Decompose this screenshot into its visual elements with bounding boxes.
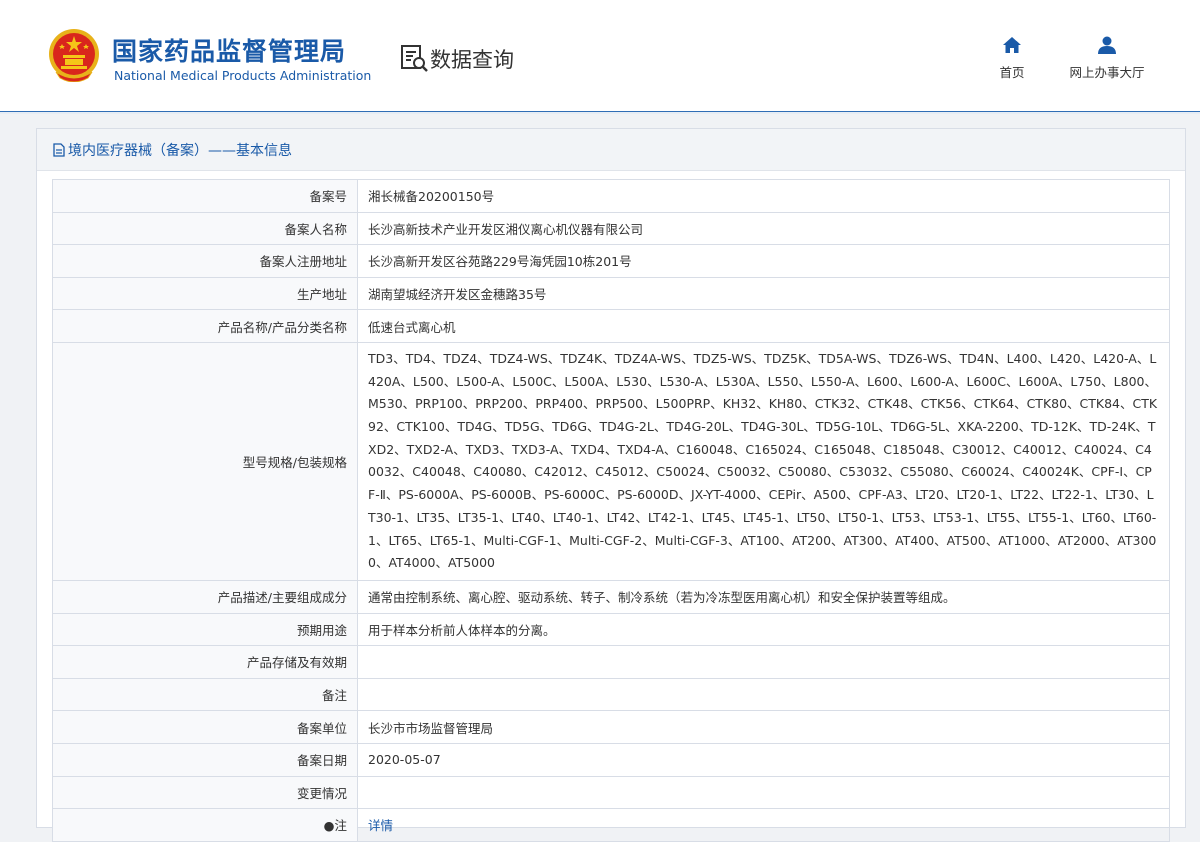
user-icon [1098, 36, 1116, 54]
field-value [357, 677, 1170, 712]
field-value: 用于样本分析前人体样本的分离。 [357, 612, 1170, 647]
field-label: 产品描述/主要组成成分 [52, 580, 358, 614]
field-value: 长沙市市场监督管理局 [357, 710, 1170, 744]
field-label: 备案人名称 [52, 211, 358, 246]
table-row: 生产地址 湖南望城经济开发区金穗路35号 [52, 276, 1170, 311]
site-subtitle: National Medical Products Administration [114, 68, 372, 83]
field-label: 变更情况 [52, 775, 358, 810]
table-row: 型号规格/包装规格 TD3、TD4、TDZ4、TDZ4-WS、TDZ4K、TDZ… [52, 341, 1170, 582]
field-label: 备案号 [52, 179, 358, 213]
table-row: 产品描述/主要组成成分 通常由控制系统、离心腔、驱动系统、转子、制冷系统（若为冷… [52, 580, 1170, 614]
table-row: ●注 详情 [52, 808, 1170, 842]
table-row: 备案单位 长沙市市场监督管理局 [52, 710, 1170, 744]
field-value: 湖南望城经济开发区金穗路35号 [357, 276, 1170, 311]
field-value [357, 775, 1170, 810]
record-table: 备案号 湘长械备20200150号 备案人名称 长沙高新技术产业开发区湘仪离心机… [52, 179, 1170, 842]
nav-home-label: 首页 [999, 65, 1025, 80]
panel-header: 境内医疗器械（备案）——基本信息 [37, 129, 1185, 171]
field-value: 长沙高新开发区谷苑路229号海凭园10栋201号 [357, 244, 1170, 278]
table-row: 产品存储及有效期 [52, 645, 1170, 679]
field-label: 备案单位 [52, 710, 358, 744]
table-row: 产品名称/产品分类名称 低速台式离心机 [52, 309, 1170, 343]
field-label: 备注 [52, 677, 358, 712]
home-icon [1003, 37, 1021, 53]
field-value: 低速台式离心机 [357, 309, 1170, 343]
field-value: 2020-05-07 [357, 742, 1170, 777]
field-label: 产品名称/产品分类名称 [52, 309, 358, 343]
table-row: 变更情况 [52, 775, 1170, 810]
field-value: 通常由控制系统、离心腔、驱动系统、转子、制冷系统（若为冷冻型医用离心机）和安全保… [357, 580, 1170, 614]
nav-online-service-hall[interactable]: 网上办事大厅 [1062, 36, 1152, 81]
query-title: 数据查询 [430, 48, 514, 72]
table-row: 备案人名称 长沙高新技术产业开发区湘仪离心机仪器有限公司 [52, 211, 1170, 246]
field-label: 备案日期 [52, 742, 358, 777]
table-row: 备案人注册地址 长沙高新开发区谷苑路229号海凭园10栋201号 [52, 244, 1170, 278]
table-row: 备注 [52, 677, 1170, 712]
field-label: 预期用途 [52, 612, 358, 647]
table-row: 备案日期 2020-05-07 [52, 742, 1170, 777]
panel-title: 境内医疗器械（备案）——基本信息 [68, 142, 292, 159]
table-row: 预期用途 用于样本分析前人体样本的分离。 [52, 612, 1170, 647]
field-label: 型号规格/包装规格 [52, 341, 358, 582]
field-label: 产品存储及有效期 [52, 645, 358, 679]
field-value: 湘长械备20200150号 [357, 179, 1170, 213]
field-value: 详情 [357, 808, 1170, 842]
search-document-icon [401, 45, 428, 72]
field-label: 备案人注册地址 [52, 244, 358, 278]
nav-home[interactable]: 首页 [992, 36, 1032, 81]
field-value: 长沙高新技术产业开发区湘仪离心机仪器有限公司 [357, 211, 1170, 246]
national-emblem-icon [49, 29, 99, 82]
site-header: 国家药品监督管理局 National Medical Products Admi… [0, 0, 1200, 114]
details-link[interactable]: 详情 [368, 818, 393, 833]
document-icon [53, 142, 65, 157]
nav-online-service-hall-label: 网上办事大厅 [1069, 65, 1145, 80]
field-value [357, 645, 1170, 679]
field-label: 生产地址 [52, 276, 358, 311]
table-row: 备案号 湘长械备20200150号 [52, 179, 1170, 213]
field-value: TD3、TD4、TDZ4、TDZ4-WS、TDZ4K、TDZ4A-WS、TDZ5… [357, 341, 1170, 582]
site-title: 国家药品监督管理局 [112, 37, 347, 66]
record-panel: 境内医疗器械（备案）——基本信息 备案号 湘长械备20200150号 备案人名称… [36, 128, 1186, 842]
field-label: ●注 [52, 808, 358, 842]
